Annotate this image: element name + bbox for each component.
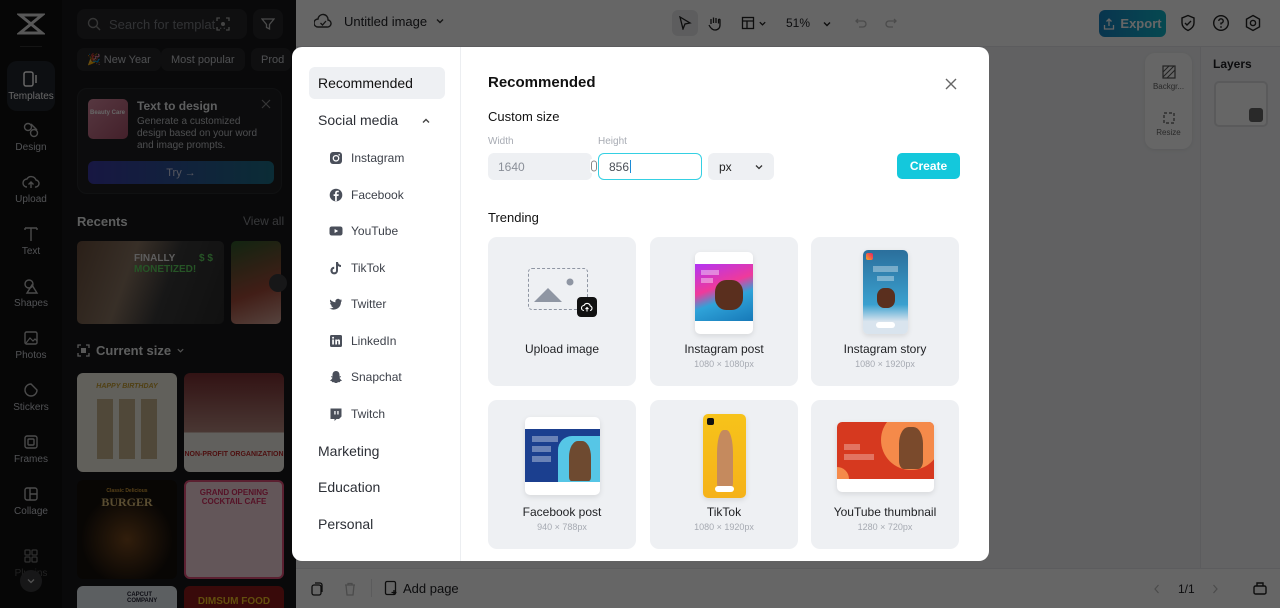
- preset-size: 1080 × 1080px: [694, 359, 754, 369]
- youtube-thumbnail-preview: [837, 422, 934, 492]
- facebook-post-preview: [525, 417, 600, 495]
- tiktok-icon: [330, 262, 341, 275]
- preset-name: Facebook post: [522, 505, 602, 519]
- preset-tiktok[interactable]: TikTok 1080 × 1920px: [650, 400, 798, 549]
- height-value: 856: [609, 159, 630, 174]
- preset-name: TikTok: [706, 505, 742, 519]
- nav-sub-label: Instagram: [351, 151, 405, 165]
- nav-linkedin[interactable]: LinkedIn: [329, 329, 396, 353]
- youtube-icon: [329, 226, 343, 236]
- resize-dialog: Recommended Social media Instagram Faceb…: [292, 47, 989, 561]
- width-value: 1640: [498, 159, 525, 174]
- nav-label: Recommended: [318, 75, 413, 91]
- unit-value: px: [719, 159, 732, 174]
- preset-name: Instagram post: [684, 342, 764, 356]
- facebook-icon: [329, 188, 343, 202]
- dialog-title: Recommended: [488, 74, 596, 91]
- preset-size: 1080 × 1920px: [694, 522, 754, 532]
- close-icon[interactable]: [944, 77, 958, 91]
- linkedin-icon: [330, 335, 342, 347]
- preset-youtube-thumbnail[interactable]: YouTube thumbnail 1280 × 720px: [811, 400, 959, 549]
- instagram-post-preview: [695, 252, 753, 334]
- nav-recommended[interactable]: Recommended: [309, 67, 445, 99]
- nav-youtube[interactable]: YouTube: [329, 219, 398, 243]
- trending-title: Trending: [488, 210, 539, 225]
- preset-size: 940 × 788px: [537, 522, 587, 532]
- aspect-lock-toggle[interactable]: [590, 159, 598, 173]
- nav-twitter[interactable]: Twitter: [329, 292, 386, 316]
- instagram-story-preview: [863, 250, 908, 334]
- preset-facebook-post[interactable]: Facebook post 940 × 788px: [488, 400, 636, 549]
- nav-sub-label: Snapchat: [351, 370, 402, 384]
- nav-label: Personal: [318, 516, 374, 532]
- nav-marketing[interactable]: Marketing: [309, 435, 445, 467]
- nav-personal[interactable]: Personal: [309, 508, 445, 540]
- preset-size: 1080 × 1920px: [855, 359, 915, 369]
- snapchat-icon: [330, 371, 342, 384]
- text-cursor: [630, 160, 632, 173]
- chevron-up-icon: [422, 118, 430, 123]
- nav-sub-label: Twitter: [351, 297, 387, 311]
- width-label: Width: [488, 136, 514, 147]
- preset-instagram-story[interactable]: Instagram story 1080 × 1920px: [811, 237, 959, 386]
- height-label: Height: [598, 136, 627, 147]
- custom-size-title: Custom size: [488, 109, 560, 124]
- height-input[interactable]: 856: [598, 153, 702, 180]
- nav-instagram[interactable]: Instagram: [329, 146, 404, 170]
- nav-sub-label: Facebook: [351, 188, 404, 202]
- instagram-icon: [330, 152, 342, 164]
- nav-label: Social media: [318, 112, 399, 128]
- create-button[interactable]: Create: [897, 153, 960, 179]
- nav-tiktok[interactable]: TikTok: [329, 256, 385, 280]
- preset-name: YouTube thumbnail: [833, 505, 937, 519]
- nav-social-media[interactable]: Social media: [309, 104, 445, 136]
- lock-ratio-icon: [591, 160, 597, 172]
- preset-size: 1280 × 720px: [857, 522, 913, 532]
- category-nav: Recommended Social media Instagram Faceb…: [292, 47, 461, 561]
- preset-name: Instagram story: [843, 342, 927, 356]
- preset-upload-image[interactable]: Upload image: [488, 237, 636, 386]
- preset-instagram-post[interactable]: Instagram post 1080 × 1080px: [650, 237, 798, 386]
- nav-sub-label: TikTok: [351, 261, 386, 275]
- twitter-icon: [329, 298, 342, 310]
- nav-education[interactable]: Education: [309, 471, 445, 503]
- tiktok-preview: [703, 414, 746, 498]
- nav-sub-label: LinkedIn: [351, 334, 397, 348]
- unit-select[interactable]: px: [708, 153, 774, 180]
- twitch-icon: [330, 408, 342, 421]
- width-input[interactable]: 1640: [488, 153, 592, 180]
- nav-sub-label: Twitch: [351, 407, 386, 421]
- nav-sub-label: YouTube: [351, 224, 399, 238]
- preset-name: Upload image: [524, 342, 600, 356]
- nav-facebook[interactable]: Facebook: [329, 183, 404, 207]
- upload-icon: [581, 302, 593, 312]
- nav-label: Marketing: [318, 443, 380, 459]
- upload-cloud-badge: [577, 297, 597, 317]
- chevron-down-icon: [755, 165, 763, 170]
- nav-twitch[interactable]: Twitch: [329, 402, 385, 426]
- nav-snapchat[interactable]: Snapchat: [329, 365, 402, 389]
- nav-label: Education: [318, 479, 381, 495]
